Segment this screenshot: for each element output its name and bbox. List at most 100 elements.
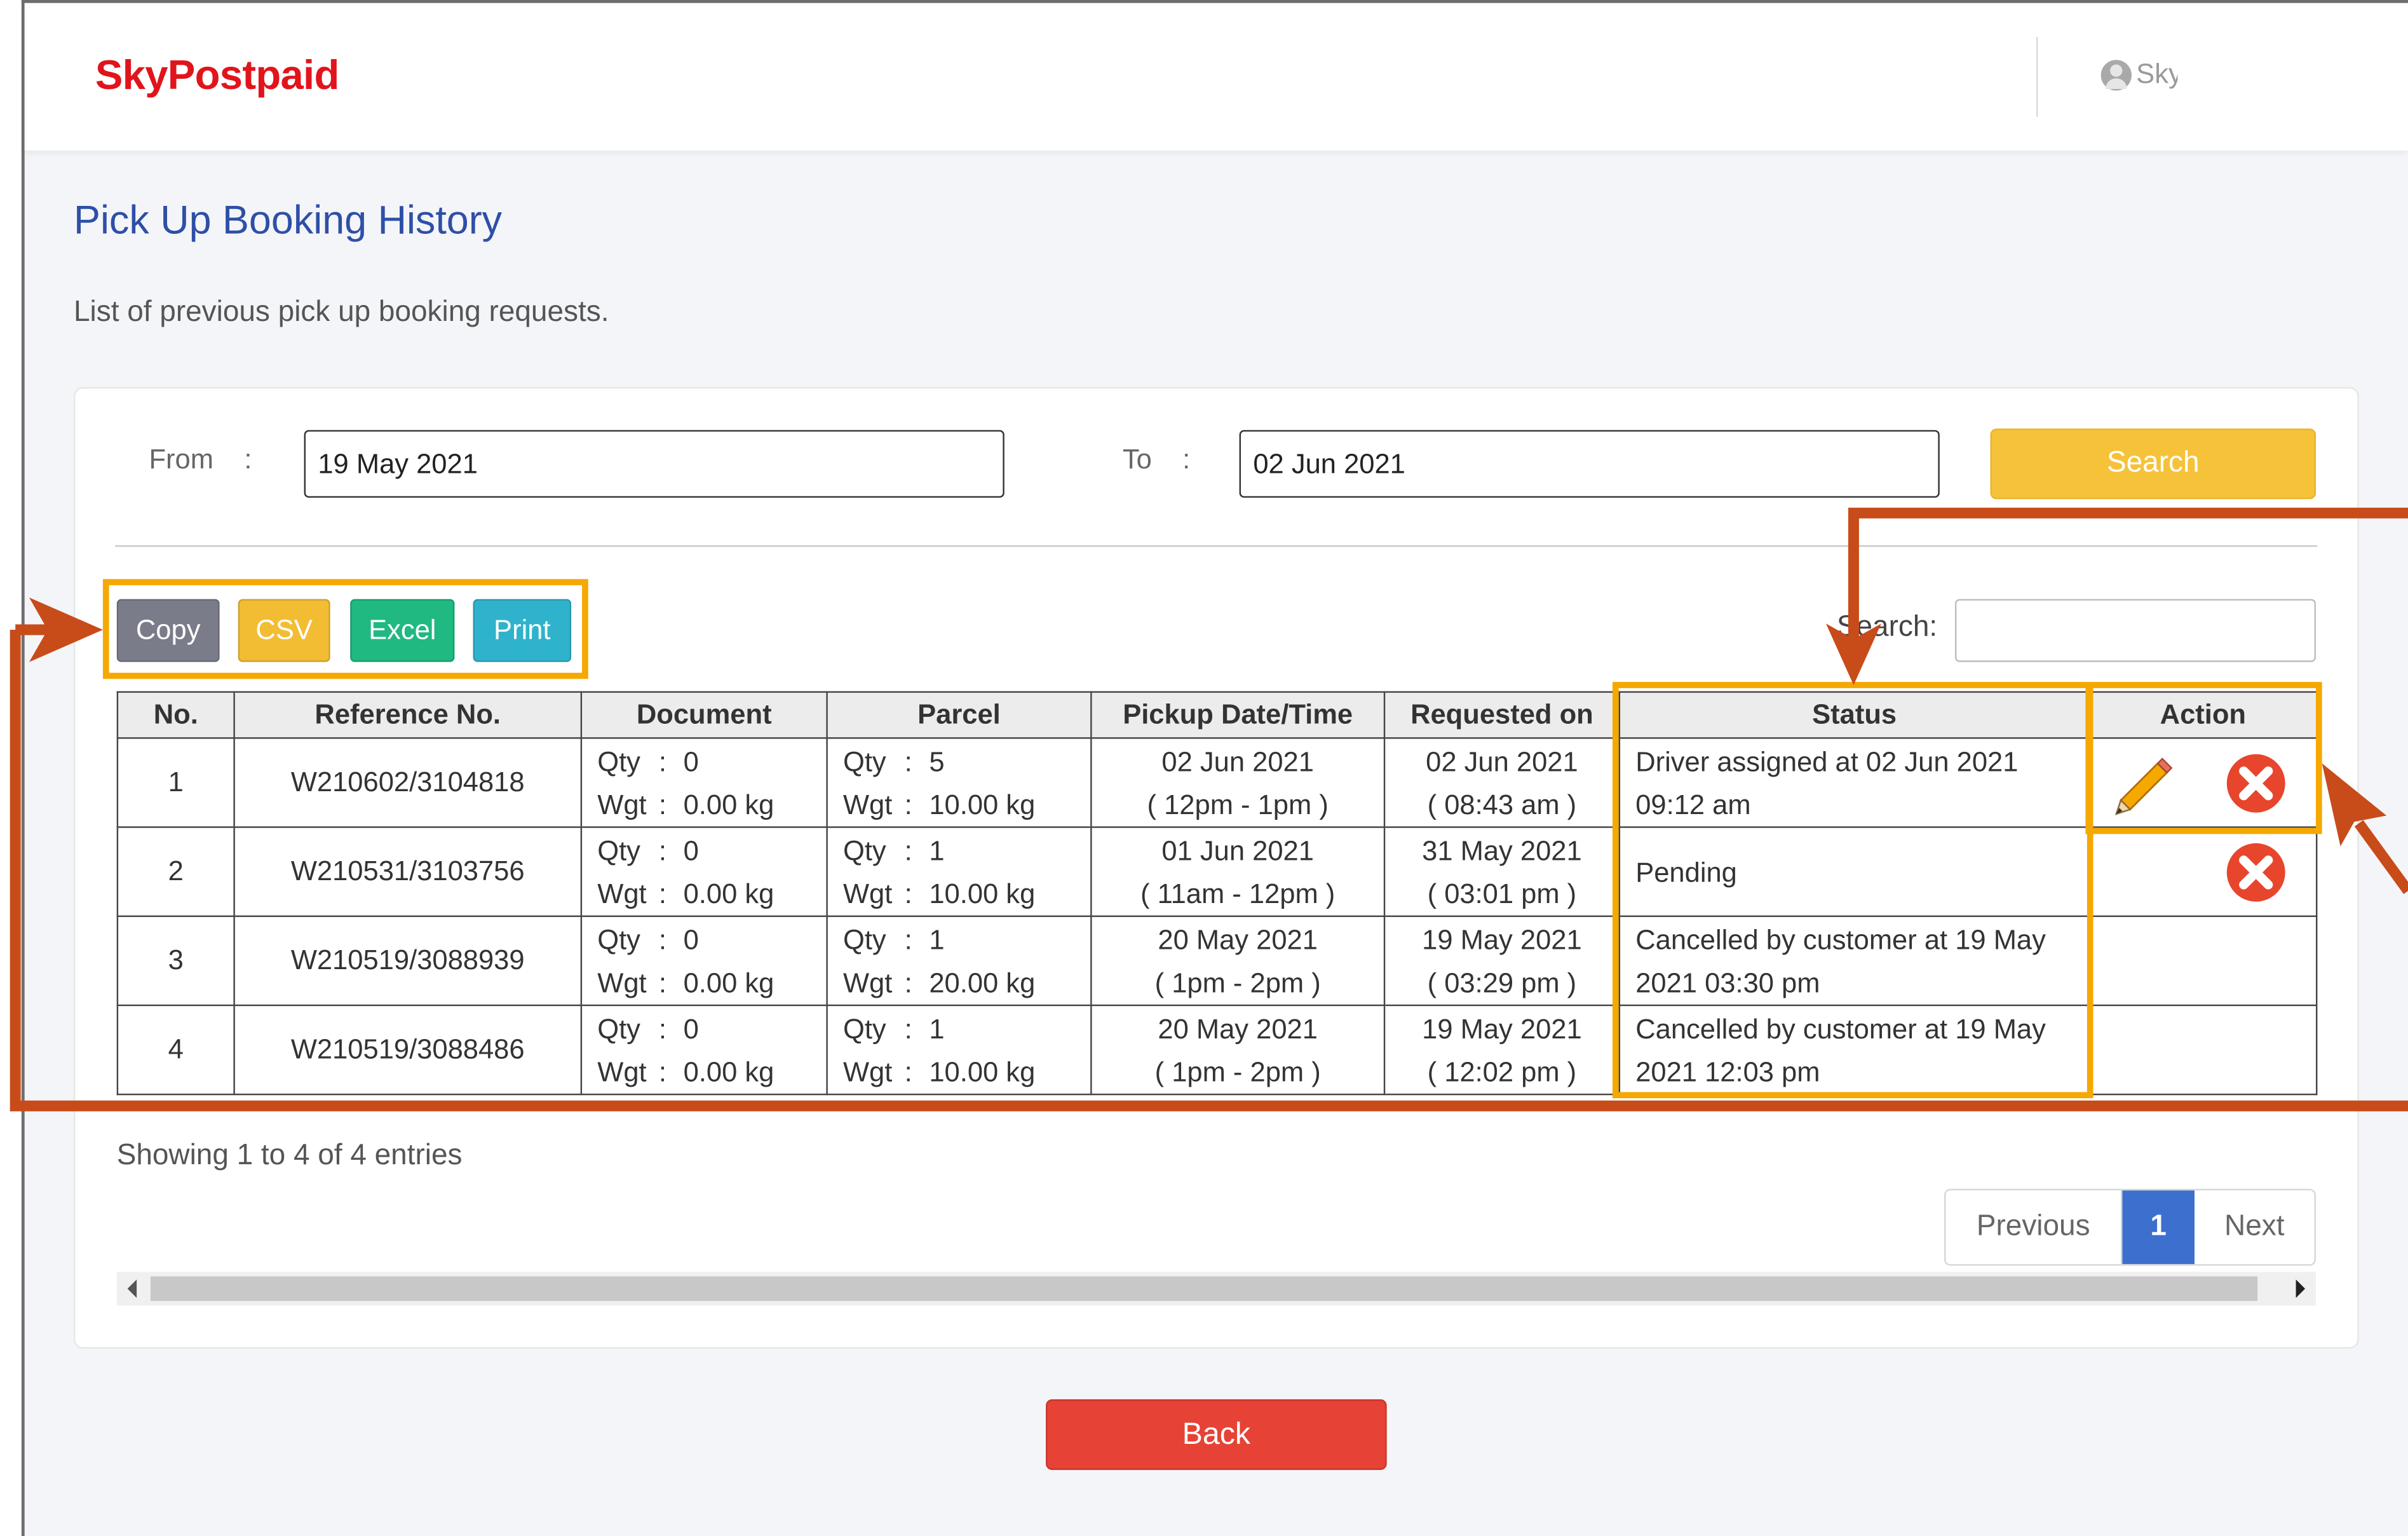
requested-time: ( 12:02 pm ) <box>1427 1056 1577 1087</box>
qty-label: Qty <box>842 1013 886 1044</box>
cell-document: Qty:0 Wgt:0.00 kg <box>580 1004 828 1096</box>
previous-page-button[interactable]: Previous <box>1945 1190 2123 1265</box>
pickup-date: 01 Jun 2021 <box>1161 834 1314 866</box>
cell-document: Qty:0 Wgt:0.00 kg <box>580 737 828 828</box>
wgt-colon: : <box>904 789 912 820</box>
pickup-date: 02 Jun 2021 <box>1161 745 1314 777</box>
wgt-value: 20.00 kg <box>929 967 1036 998</box>
wgt-colon: : <box>658 789 667 820</box>
cell-action <box>2088 737 2318 828</box>
scrollbar-thumb[interactable] <box>150 1276 2258 1302</box>
wgt-colon: : <box>904 1056 912 1087</box>
header-divider <box>2036 37 2038 117</box>
qty-value: 5 <box>929 745 945 777</box>
close-circle-icon[interactable] <box>2225 842 2287 904</box>
qty-label: Qty <box>597 834 640 866</box>
window-border-left <box>21 0 25 1536</box>
status-text: Cancelled by customer at 19 May 2021 12:… <box>1635 1013 2046 1087</box>
cell-parcel: Qty:1 Wgt:20.00 kg <box>826 915 1092 1007</box>
wgt-label: Wgt <box>842 878 893 909</box>
cell-parcel: Qty:1 Wgt:10.00 kg <box>826 826 1092 917</box>
from-label: From <box>149 444 213 475</box>
cell-no: 2 <box>116 826 235 917</box>
page-title: Pick Up Booking History <box>74 196 503 243</box>
wgt-value: 0.00 kg <box>683 789 774 820</box>
copy-button[interactable]: Copy <box>116 599 220 662</box>
column-header-requested[interactable]: Requested on <box>1383 691 1621 739</box>
cell-no: 4 <box>116 1004 235 1096</box>
excel-button[interactable]: Excel <box>350 599 455 662</box>
cell-parcel: Qty:1 Wgt:10.00 kg <box>826 1004 1092 1096</box>
requested-time: ( 08:43 am ) <box>1427 789 1577 820</box>
search-button[interactable]: Search <box>1990 428 2316 500</box>
booking-table: No. Reference No. Document Parcel Pickup… <box>116 691 2318 1096</box>
column-header-pickup[interactable]: Pickup Date/Time <box>1090 691 1386 739</box>
to-date-input[interactable] <box>1239 430 1940 498</box>
requested-date: 31 May 2021 <box>1422 834 1582 866</box>
cell-action <box>2088 1004 2318 1096</box>
to-label: To <box>1122 444 1152 475</box>
cell-status: Driver assigned at 02 Jun 2021 09:12 am <box>1618 737 2090 828</box>
pickup-date: 20 May 2021 <box>1158 923 1318 955</box>
csv-button[interactable]: CSV <box>238 599 330 662</box>
cell-document: Qty:0 Wgt:0.00 kg <box>580 915 828 1007</box>
next-page-button[interactable]: Next <box>2195 1190 2315 1265</box>
requested-time: ( 03:01 pm ) <box>1427 878 1577 909</box>
brand-logo[interactable]: SkyPostpaid <box>95 52 339 100</box>
cell-reference: W210519/3088939 <box>233 915 583 1007</box>
column-header-document[interactable]: Document <box>580 691 828 739</box>
column-header-reference[interactable]: Reference No. <box>233 691 583 739</box>
user-menu[interactable]: Sky <box>2100 58 2177 91</box>
cell-action <box>2088 826 2318 917</box>
wgt-value: 10.00 kg <box>929 789 1036 820</box>
requested-date: 19 May 2021 <box>1422 923 1582 955</box>
requested-date: 02 Jun 2021 <box>1426 745 1578 777</box>
qty-label: Qty <box>597 745 640 777</box>
qty-colon: : <box>658 1013 667 1044</box>
wgt-colon: : <box>904 878 912 909</box>
qty-label: Qty <box>842 923 886 955</box>
qty-label: Qty <box>597 1013 640 1044</box>
cell-requested: 19 May 2021 ( 12:02 pm ) <box>1383 1004 1621 1096</box>
wgt-label: Wgt <box>597 1056 647 1087</box>
status-text: Driver assigned at 02 Jun 2021 09:12 am <box>1635 745 2019 820</box>
cell-no: 3 <box>116 915 235 1007</box>
back-button[interactable]: Back <box>1046 1399 1387 1471</box>
wgt-colon: : <box>658 967 667 998</box>
cell-status: Pending <box>1618 826 2090 917</box>
wgt-label: Wgt <box>597 967 647 998</box>
horizontal-scrollbar[interactable] <box>116 1272 2316 1306</box>
column-header-status[interactable]: Status <box>1618 691 2090 739</box>
close-circle-icon[interactable] <box>2225 752 2287 814</box>
scroll-right-icon[interactable] <box>2296 1279 2306 1298</box>
pencil-icon[interactable] <box>2112 751 2177 816</box>
cell-status: Cancelled by customer at 19 May 2021 03:… <box>1618 915 2090 1007</box>
table-row: 1 W210602/3104818 Qty:0 Wgt:0.00 kg Qty:… <box>116 737 2318 828</box>
column-header-action: Action <box>2088 691 2318 739</box>
qty-label: Qty <box>842 834 886 866</box>
table-row: 3 W210519/3088939 Qty:0 Wgt:0.00 kg Qty:… <box>116 915 2318 1007</box>
table-info: Showing 1 to 4 of 4 entries <box>116 1139 463 1172</box>
column-header-parcel[interactable]: Parcel <box>826 691 1092 739</box>
qty-value: 1 <box>929 923 945 955</box>
table-search-label: Search: <box>1836 611 1938 644</box>
cell-no: 1 <box>116 737 235 828</box>
wgt-value: 10.00 kg <box>929 878 1036 909</box>
cell-pickup: 20 May 2021 ( 1pm - 2pm ) <box>1090 915 1386 1007</box>
table-header-row: No. Reference No. Document Parcel Pickup… <box>116 691 2318 739</box>
page-1-button[interactable]: 1 <box>2122 1190 2195 1265</box>
column-header-no[interactable]: No. <box>116 691 235 739</box>
to-colon: : <box>1182 444 1191 475</box>
scroll-left-icon[interactable] <box>127 1279 137 1298</box>
wgt-colon: : <box>658 878 667 909</box>
from-date-input[interactable] <box>304 430 1004 498</box>
cell-reference: W210519/3088486 <box>233 1004 583 1096</box>
cell-status: Cancelled by customer at 19 May 2021 12:… <box>1618 1004 2090 1096</box>
print-button[interactable]: Print <box>473 599 572 662</box>
requested-time: ( 03:29 pm ) <box>1427 967 1577 998</box>
cell-pickup: 20 May 2021 ( 1pm - 2pm ) <box>1090 1004 1386 1096</box>
wgt-label: Wgt <box>597 878 647 909</box>
table-search-input[interactable] <box>1954 599 2316 662</box>
qty-colon: : <box>904 1013 912 1044</box>
pickup-time: ( 1pm - 2pm ) <box>1154 967 1321 998</box>
